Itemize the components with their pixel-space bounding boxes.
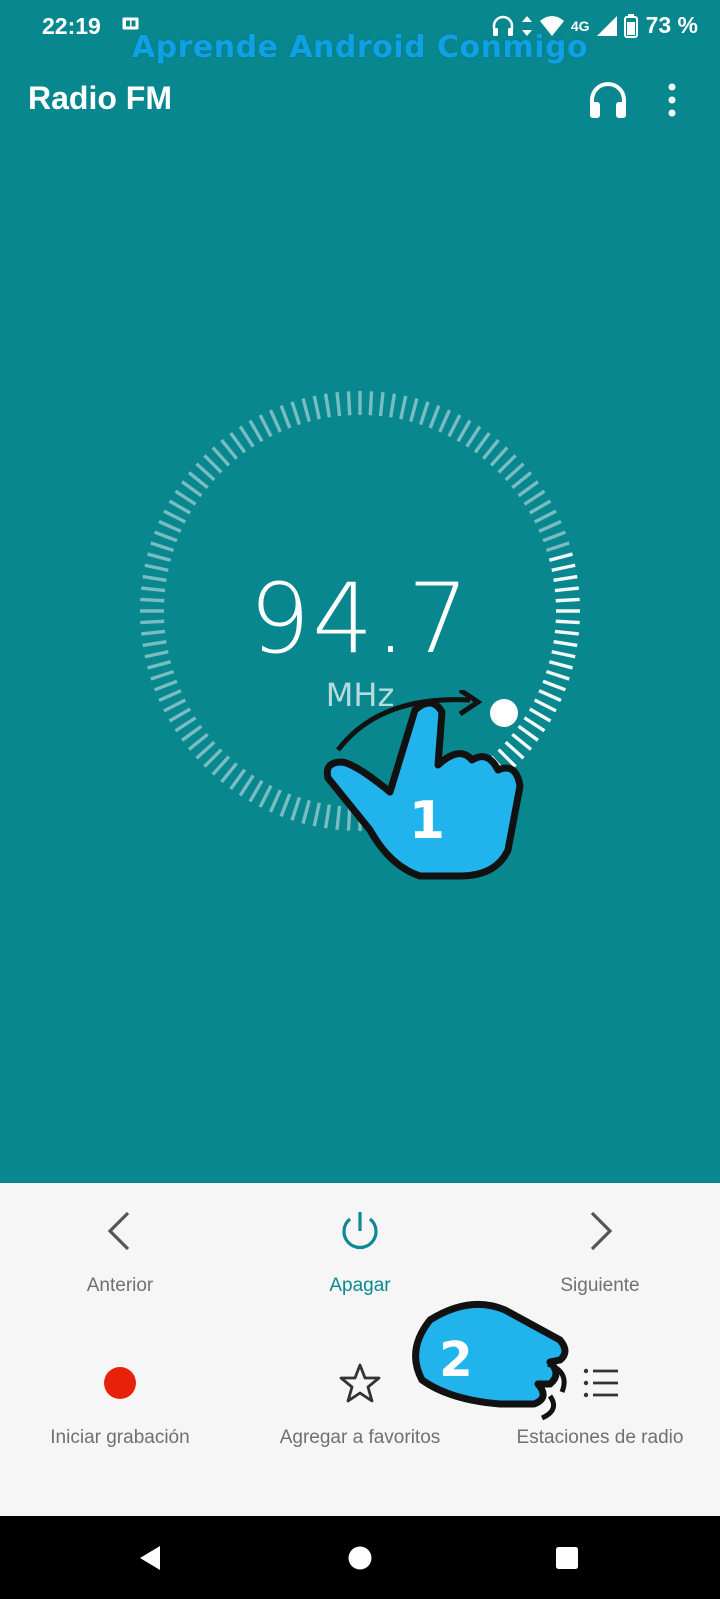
dial-tick — [154, 530, 178, 543]
dial-tick — [368, 391, 374, 416]
dial-tick — [428, 405, 441, 429]
dial-tick — [388, 393, 397, 418]
annotation-step-1: 1 — [409, 791, 445, 851]
dial-tick — [399, 395, 408, 420]
dial-tick — [258, 784, 273, 808]
dial-tick — [163, 509, 187, 524]
dial-tick — [312, 802, 321, 827]
dial-tick — [150, 541, 175, 553]
dial-tick — [174, 716, 197, 733]
dial-tick — [473, 432, 491, 454]
dial-tick — [195, 740, 216, 760]
back-icon[interactable] — [136, 1544, 164, 1572]
dial-tick — [203, 748, 223, 768]
dial-tick — [528, 499, 552, 515]
dial-tick — [489, 446, 509, 467]
recents-icon[interactable] — [555, 1546, 579, 1570]
dial-tick — [511, 471, 533, 489]
previous-label: Anterior — [86, 1275, 154, 1296]
dial-tick — [279, 793, 292, 817]
dial-tick — [248, 779, 264, 803]
dial-tick — [195, 462, 216, 482]
dial-tick — [187, 733, 209, 751]
dial-tick — [158, 519, 182, 533]
dial-tick — [312, 395, 321, 420]
previous-button[interactable]: Anterior — [0, 1209, 240, 1297]
swipe-hand-annotation: 1 — [323, 690, 524, 880]
dial-tick — [238, 774, 255, 797]
dial-tick — [229, 768, 247, 790]
star-icon — [339, 1363, 381, 1403]
dial-tick — [517, 480, 539, 498]
dial-tick — [538, 519, 562, 533]
dial-tick — [323, 393, 332, 418]
record-button[interactable]: Iniciar grabación — [0, 1361, 240, 1449]
dial-tick — [290, 401, 302, 426]
dial-tick — [181, 724, 203, 742]
dial-tick — [268, 409, 282, 433]
dial-tick — [545, 541, 570, 553]
dial-tick — [220, 762, 238, 784]
dial-tick — [248, 419, 264, 443]
annotation-step-2: 2 — [439, 1332, 472, 1388]
dial-tick — [211, 446, 231, 467]
dial-tick — [378, 392, 385, 417]
next-label: Siguiente — [560, 1275, 640, 1296]
dial-tick — [258, 414, 273, 438]
power-label: Apagar — [329, 1275, 391, 1296]
dial-tick — [456, 419, 472, 443]
dial-tick — [238, 425, 255, 448]
stations-label: Estaciones de radio — [516, 1427, 684, 1448]
dial-tick — [438, 409, 452, 433]
navigation-bar — [0, 1516, 720, 1599]
dial-tick — [147, 552, 172, 562]
dial-tick — [174, 489, 197, 506]
dial-tick — [533, 509, 557, 524]
dial-tick — [447, 414, 462, 438]
app-title: Radio FM — [28, 80, 172, 116]
more-options-icon[interactable] — [664, 80, 680, 120]
tap-hand-annotation: 2 — [412, 1300, 569, 1421]
dial-tick — [542, 530, 566, 543]
dial-tick — [290, 796, 302, 821]
record-label: Iniciar grabación — [50, 1427, 190, 1448]
record-icon — [104, 1367, 136, 1399]
dial-tick — [465, 425, 482, 448]
control-panel: Anterior Apagar Siguiente Iniciar grabac… — [0, 1183, 720, 1516]
dial-tick — [229, 432, 247, 454]
dial-tick — [301, 398, 311, 423]
power-button[interactable]: Apagar — [240, 1209, 480, 1297]
dial-tick — [504, 462, 525, 482]
dial-tick — [203, 454, 223, 474]
dial-tick — [409, 398, 419, 423]
favorite-label: Agregar a favoritos — [279, 1427, 441, 1448]
home-icon[interactable] — [348, 1546, 372, 1570]
dial-tick — [220, 438, 238, 460]
dial-tick — [346, 391, 352, 416]
dial-tick — [548, 552, 573, 562]
dial-tick — [418, 401, 430, 426]
dial-tick — [181, 480, 203, 498]
chevron-left-icon — [107, 1211, 130, 1251]
dial-tick — [482, 438, 500, 460]
next-button[interactable]: Siguiente — [480, 1209, 720, 1297]
dial-tick — [168, 499, 192, 515]
power-icon — [342, 1212, 378, 1250]
dial-tick — [211, 755, 231, 776]
dial-tick — [335, 392, 342, 417]
frequency-value: 94.7 — [249, 563, 471, 675]
dial-tick — [301, 799, 311, 824]
dial-tick — [268, 789, 282, 813]
dial-tick — [187, 471, 209, 489]
headset-icon[interactable] — [586, 78, 630, 122]
chevron-right-icon — [590, 1211, 613, 1251]
dial-tick — [497, 454, 517, 474]
dial-tick — [523, 489, 546, 506]
sim-card-icon — [122, 17, 139, 30]
dial-tick — [279, 405, 292, 429]
